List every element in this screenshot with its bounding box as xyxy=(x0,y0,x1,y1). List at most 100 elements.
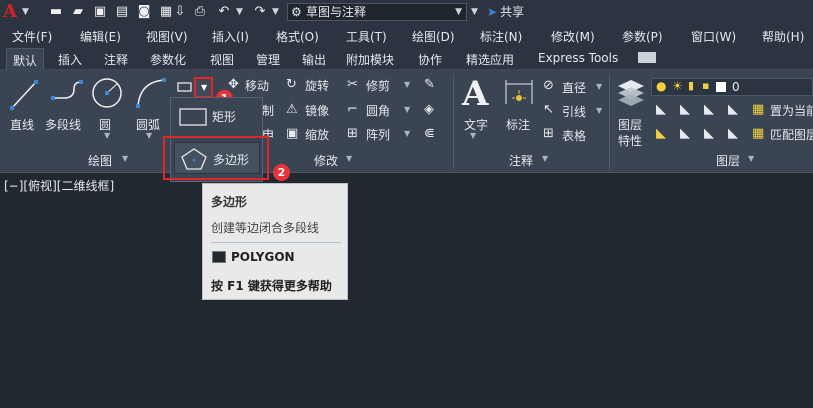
layer-dropdown[interactable]: ● ☀ ▮ ▪ 0 xyxy=(651,78,813,96)
layer-tool-1-icon[interactable]: ◣ xyxy=(656,102,666,118)
app-logo-icon[interactable]: A xyxy=(3,1,17,22)
layer-tool-2-icon[interactable]: ◣ xyxy=(680,102,690,118)
diameter-caret-icon[interactable]: ▼ xyxy=(596,82,602,91)
ribbon-state-icon[interactable] xyxy=(638,52,656,63)
sun-icon: ☀ xyxy=(672,79,683,93)
table-button[interactable]: 表格 xyxy=(562,127,586,144)
copy-button-partial[interactable]: 制 xyxy=(262,102,274,119)
diameter-button[interactable]: 直径 xyxy=(562,79,586,96)
import-icon[interactable]: ⇩ xyxy=(172,4,188,20)
leader-caret-icon[interactable]: ▼ xyxy=(596,106,602,115)
modify-panel-expand-icon[interactable]: ▼ xyxy=(346,154,352,163)
tab-addins[interactable]: 附加模块 xyxy=(346,51,394,68)
rectangle-small-icon[interactable] xyxy=(176,80,194,94)
circle-caret-icon[interactable]: ▼ xyxy=(104,131,110,140)
workspace-label: 草图与注释 xyxy=(306,5,367,19)
app-menu-caret-icon[interactable]: ▼ xyxy=(22,4,29,20)
new-file-icon[interactable]: ▬ xyxy=(48,4,64,20)
menu-draw[interactable]: 绘图(D) xyxy=(412,28,455,45)
tab-featured-apps[interactable]: 精选应用 xyxy=(466,51,514,68)
mirror-button[interactable]: 镜像 xyxy=(305,102,329,119)
menu-window[interactable]: 窗口(W) xyxy=(691,28,736,45)
menu-format[interactable]: 格式(O) xyxy=(276,28,319,45)
layer-tool-3-icon[interactable]: ◣ xyxy=(704,102,714,118)
menu-dimension[interactable]: 标注(N) xyxy=(480,28,522,45)
scale-button[interactable]: 缩放 xyxy=(305,126,329,143)
dimension-button[interactable]: 标注 xyxy=(506,116,530,133)
modify-panel-title: 修改 xyxy=(314,154,339,168)
arc-caret-icon[interactable]: ▼ xyxy=(146,131,152,140)
panel-separator xyxy=(609,74,610,170)
layer-tool-4-icon[interactable]: ◣ xyxy=(728,102,738,118)
menu-edit[interactable]: 编辑(E) xyxy=(80,28,121,45)
annotation-panel-expand-icon[interactable]: ▼ xyxy=(542,154,548,163)
match-layer-button[interactable]: 匹配图层 xyxy=(770,126,813,143)
layer-tool-5-icon[interactable]: ◣ xyxy=(656,126,666,142)
menu-parametric[interactable]: 参数(P) xyxy=(622,28,663,45)
tab-express-tools[interactable]: Express Tools xyxy=(538,51,618,65)
redo-icon[interactable]: ↷ xyxy=(252,4,268,20)
tab-annotate[interactable]: 注释 xyxy=(104,51,128,68)
fillet-button[interactable]: 圆角 xyxy=(366,102,390,119)
tab-output[interactable]: 输出 xyxy=(302,51,326,68)
panel-separator xyxy=(453,74,454,170)
array-caret-icon[interactable]: ▼ xyxy=(404,129,410,138)
undo-icon[interactable]: ↶ xyxy=(216,4,232,20)
customize-caret-icon[interactable]: ▼ xyxy=(471,4,478,20)
plot-icon[interactable]: ⎙ xyxy=(192,4,208,20)
array-icon: ⊞ xyxy=(347,126,358,141)
gear-icon: ⚙ xyxy=(291,5,302,19)
layer-properties-line2[interactable]: 特性 xyxy=(618,132,642,149)
workspace-switcher[interactable]: ⚙ 草图与注释 ▼ xyxy=(287,3,467,21)
offset-icon[interactable]: ⋐ xyxy=(424,126,435,142)
table-icon: ⊞ xyxy=(543,126,554,141)
draw-panel-expand-icon[interactable]: ▼ xyxy=(122,154,128,163)
polyline-icon xyxy=(51,80,83,100)
rotate-button[interactable]: 旋转 xyxy=(305,77,329,94)
layer-properties-line1[interactable]: 图层 xyxy=(618,116,642,133)
redo-caret-icon[interactable]: ▼ xyxy=(272,4,279,20)
line-button[interactable]: 直线 xyxy=(10,116,34,133)
tab-default[interactable]: 默认 xyxy=(6,48,45,70)
tooltip-help: 按 F1 键获得更多帮助 xyxy=(211,279,332,293)
arc-icon xyxy=(136,78,166,108)
menu-file[interactable]: 文件(F) xyxy=(12,28,52,45)
polygon-menu-item[interactable]: 多边形 xyxy=(174,142,260,174)
draw-shape-dropdown-button[interactable]: ▼ xyxy=(194,77,213,98)
polyline-button[interactable]: 多段线 xyxy=(45,116,81,133)
trim-button[interactable]: 修剪 xyxy=(366,77,390,94)
share-button[interactable]: ➤ 共享 xyxy=(487,3,524,21)
undo-caret-icon[interactable]: ▼ xyxy=(236,4,243,20)
menu-tools[interactable]: 工具(T) xyxy=(346,28,387,45)
menu-help[interactable]: 帮助(H) xyxy=(762,28,804,45)
tab-view[interactable]: 视图 xyxy=(210,51,234,68)
leader-button[interactable]: 引线 xyxy=(562,103,586,120)
open-file-icon[interactable]: ▰ xyxy=(70,4,86,20)
move-button[interactable]: 移动 xyxy=(245,77,269,94)
text-caret-icon[interactable]: ▼ xyxy=(470,131,476,140)
trim-caret-icon[interactable]: ▼ xyxy=(404,80,410,89)
layers-panel-expand-icon[interactable]: ▼ xyxy=(748,154,754,163)
tab-manage[interactable]: 管理 xyxy=(256,51,280,68)
save-as-icon[interactable]: ▤ xyxy=(114,4,130,20)
tab-insert[interactable]: 插入 xyxy=(58,51,82,68)
trim-icon: ✂ xyxy=(347,77,358,92)
tab-parametric[interactable]: 参数化 xyxy=(150,51,186,68)
circle-icon xyxy=(92,78,122,108)
explode-icon[interactable]: ◈ xyxy=(424,102,434,118)
web-mobile-icon[interactable]: ◙ xyxy=(136,4,152,20)
set-current-button[interactable]: 置为当前 xyxy=(770,102,813,119)
menu-view[interactable]: 视图(V) xyxy=(146,28,188,45)
rectangle-menu-item[interactable]: 矩形 xyxy=(174,102,260,130)
menu-modify[interactable]: 修改(M) xyxy=(551,28,595,45)
menu-insert[interactable]: 插入(I) xyxy=(212,28,249,45)
fillet-caret-icon[interactable]: ▼ xyxy=(404,105,410,114)
layer-tool-8-icon[interactable]: ◣ xyxy=(728,126,738,142)
array-button[interactable]: 阵列 xyxy=(366,126,390,143)
layer-tool-6-icon[interactable]: ◣ xyxy=(680,126,690,142)
save-icon[interactable]: ▣ xyxy=(92,4,108,20)
layer-tool-7-icon[interactable]: ◣ xyxy=(704,126,714,142)
viewport-controls[interactable]: [−][俯视][二维线框] xyxy=(4,177,114,194)
tab-collaborate[interactable]: 协作 xyxy=(418,51,442,68)
erase-icon[interactable]: ✎ xyxy=(424,77,435,93)
